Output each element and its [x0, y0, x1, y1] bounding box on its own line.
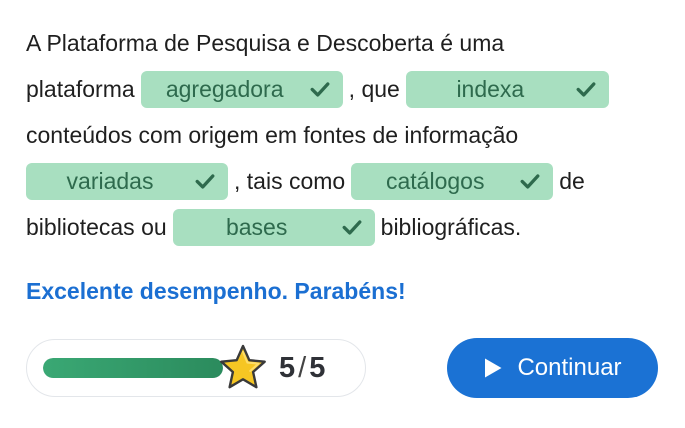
score-separator: /	[298, 352, 307, 384]
score-total: 5	[309, 352, 326, 384]
sentence-line-1: A Plataforma de Pesquisa e Descoberta é …	[26, 20, 666, 66]
sentence-text: bibliotecas ou	[26, 214, 167, 240]
fill-in-the-blanks-exercise: A Plataforma de Pesquisa e Descoberta é …	[26, 20, 666, 250]
sentence-line-3: conteúdos com origem em fontes de inform…	[26, 112, 666, 158]
answer-blank-2[interactable]: indexa	[405, 70, 609, 108]
progress-bar	[43, 358, 223, 378]
score-value: 5	[279, 352, 296, 384]
sentence-text: plataforma	[26, 76, 135, 102]
check-icon	[195, 174, 215, 189]
check-icon	[342, 220, 362, 235]
answer-text: catálogos	[385, 168, 485, 194]
continue-button[interactable]: Continuar	[447, 338, 658, 398]
answer-text: variadas	[66, 168, 154, 194]
answer-text: agregadora	[165, 76, 284, 102]
sentence-text: , que	[348, 76, 400, 102]
sentence-text: de	[559, 168, 585, 194]
star-icon	[220, 344, 266, 389]
sentence-line-4: variadas , tais como catálogos de	[26, 158, 666, 204]
play-icon	[485, 358, 502, 378]
sentence-text: conteúdos com origem em fontes de inform…	[26, 122, 519, 148]
answer-blank-4[interactable]: catálogos	[351, 162, 554, 200]
progress-bar-fill	[43, 358, 223, 378]
answer-text: indexa	[456, 76, 525, 102]
answer-text: bases	[225, 214, 288, 240]
answer-blank-3[interactable]: variadas	[26, 162, 228, 200]
sentence-line-5: bibliotecas ou bases bibliográficas.	[26, 204, 666, 250]
check-icon	[310, 82, 330, 97]
score-readout: 5 / 5	[279, 352, 325, 385]
sentence-text: bibliográficas.	[380, 214, 522, 240]
feedback-message: Excelente desempenho. Parabéns!	[26, 278, 406, 304]
sentence-line-2: plataforma agregadora , que indexa	[26, 66, 666, 112]
check-icon	[520, 174, 540, 189]
progress-card: 5 / 5	[26, 339, 366, 397]
sentence-text: A Plataforma de Pesquisa e Descoberta é …	[26, 30, 505, 56]
sentence-text: , tais como	[234, 168, 346, 194]
answer-blank-5[interactable]: bases	[172, 208, 375, 246]
check-icon	[576, 82, 596, 97]
continue-button-label: Continuar	[517, 354, 622, 381]
answer-blank-1[interactable]: agregadora	[140, 70, 343, 108]
